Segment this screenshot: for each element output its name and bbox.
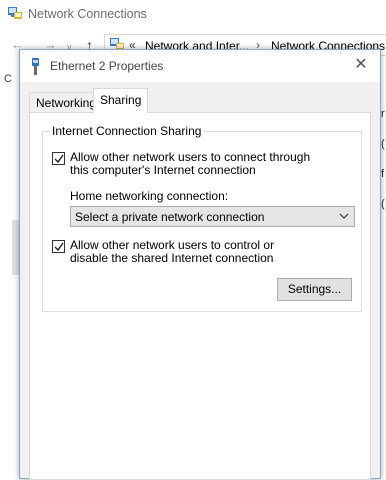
allow-connect-row[interactable]: Allow other network users to connect thr… bbox=[52, 151, 315, 177]
home-networking-select[interactable]: Select a private network connection bbox=[70, 206, 355, 227]
dialog-title: Ethernet 2 Properties bbox=[50, 59, 164, 73]
ics-groupbox: Internet Connection Sharing Allow other … bbox=[42, 124, 362, 312]
checkmark-icon bbox=[54, 242, 64, 252]
home-networking-label: Home networking connection: bbox=[70, 189, 229, 203]
checkmark-icon bbox=[54, 154, 64, 164]
chevron-down-icon bbox=[339, 213, 349, 219]
explorer-right-fragment: r bbox=[381, 108, 385, 120]
allow-connect-label[interactable]: Allow other network users to connect thr… bbox=[70, 151, 315, 177]
explorer-right-fragment: ( bbox=[381, 198, 385, 210]
ics-group-title: Internet Connection Sharing bbox=[50, 124, 204, 138]
network-connections-icon bbox=[8, 7, 22, 20]
explorer-left-fragment: C bbox=[4, 73, 12, 85]
properties-dialog: Ethernet 2 Properties ✕ Networking Shari… bbox=[19, 49, 381, 480]
allow-control-label[interactable]: Allow other network users to control or … bbox=[70, 239, 315, 265]
home-networking-select-value: Select a private network connection bbox=[75, 210, 265, 224]
ethernet-icon bbox=[31, 58, 40, 75]
allow-control-checkbox[interactable] bbox=[52, 240, 65, 253]
sharing-panel: Internet Connection Sharing Allow other … bbox=[29, 112, 371, 480]
close-icon[interactable]: ✕ bbox=[348, 54, 374, 78]
explorer-title: Network Connections bbox=[28, 7, 147, 21]
explorer-right-fragment: ( bbox=[381, 138, 385, 150]
allow-connect-checkbox[interactable] bbox=[52, 152, 65, 165]
settings-button[interactable]: Settings... bbox=[277, 278, 352, 301]
tab-networking[interactable]: Networking bbox=[29, 92, 104, 112]
dialog-titlebar[interactable]: Ethernet 2 Properties ✕ bbox=[20, 50, 380, 82]
explorer-titlebar: Network Connections bbox=[0, 0, 386, 30]
tab-sharing[interactable]: Sharing bbox=[93, 88, 149, 113]
allow-control-row[interactable]: Allow other network users to control or … bbox=[52, 239, 315, 265]
explorer-right-fragment: f bbox=[381, 168, 385, 180]
